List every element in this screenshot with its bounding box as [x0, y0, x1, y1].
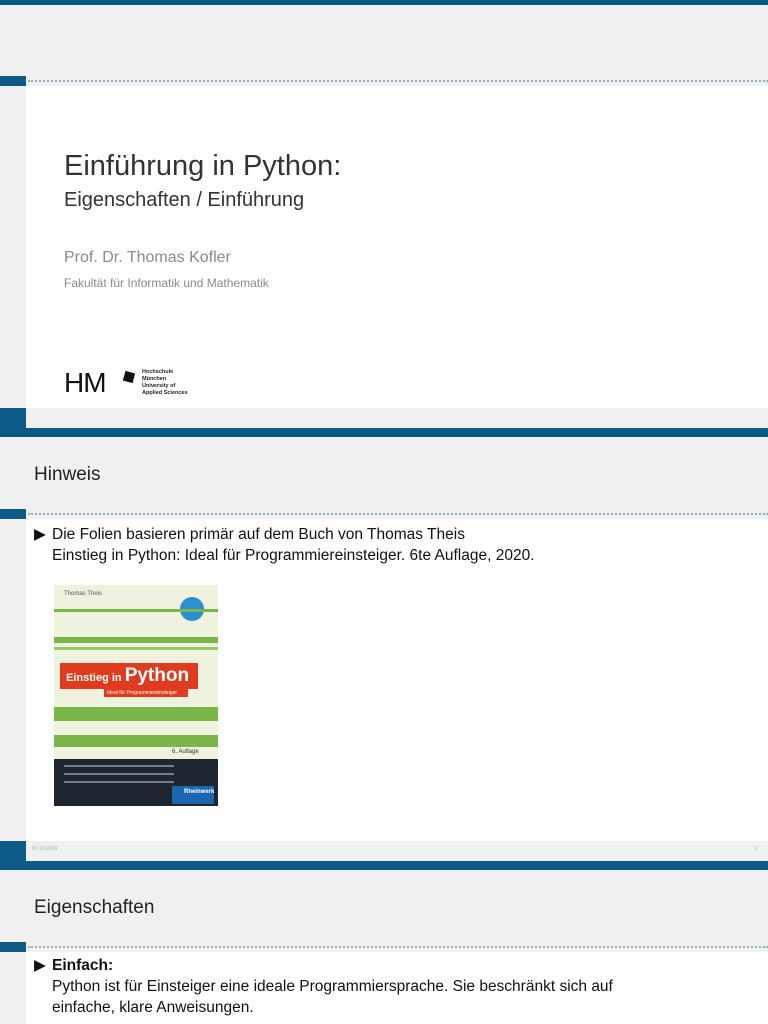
left-corner-tab [0, 841, 26, 861]
bullet-item: ▶ Einfach: Python ist für Einsteiger eine… [34, 957, 613, 1016]
faculty-name: Fakultät für Informatik und Mathematik [64, 276, 269, 290]
publisher-logo: Rheinwerk [172, 786, 214, 804]
book-cover-image: Thomas Theis Einstieg in Python Ideal fü… [54, 585, 218, 806]
left-corner-tab [0, 408, 26, 430]
bullet-arrow-icon: ▶ [34, 957, 46, 974]
hm-logo-text: Hochschule München University of Applied… [142, 369, 188, 396]
top-accent-bar [0, 0, 768, 5]
author-name: Prof. Dr. Thomas Kofler [64, 249, 231, 266]
separator [0, 942, 768, 952]
hm-logo: HM Hochschule München University of Appl… [64, 369, 204, 399]
book-subtitle: Ideal für Programmiereinsteiger [104, 689, 188, 697]
separator [0, 509, 768, 519]
slide-heading: Hinweis [34, 464, 101, 485]
book-dark-band: Rheinwerk [54, 759, 218, 806]
bullet-item: ▶ Die Folien basieren primär auf dem Buch… [34, 526, 535, 564]
book-edition: 6. Auflage [172, 749, 199, 755]
slide-divider [0, 861, 768, 870]
slide-title: Einführung in Python: Eigenschaften / Ei… [0, 0, 768, 430]
hm-logo-letters: HM [64, 367, 107, 398]
footer-page-number: 2 [755, 846, 758, 852]
separator [0, 76, 768, 86]
bullet-arrow-icon: ▶ [34, 526, 46, 543]
slide-body [26, 86, 768, 408]
footer-date: 07.10.2024 [32, 846, 58, 852]
hm-logo-square-icon [122, 370, 136, 384]
book-title: Einstieg in Python [66, 665, 190, 686]
slide-divider [0, 428, 768, 437]
slide-heading: Eigenschaften [34, 897, 155, 918]
presentation-subtitle: Eigenschaften / Einführung [64, 189, 305, 211]
presentation-title: Einführung in Python: [64, 150, 342, 182]
book-author: Thomas Theis [64, 591, 102, 597]
slide-eigenschaften: Eigenschaften ▶ Einfach: Python ist für E… [0, 870, 768, 1024]
